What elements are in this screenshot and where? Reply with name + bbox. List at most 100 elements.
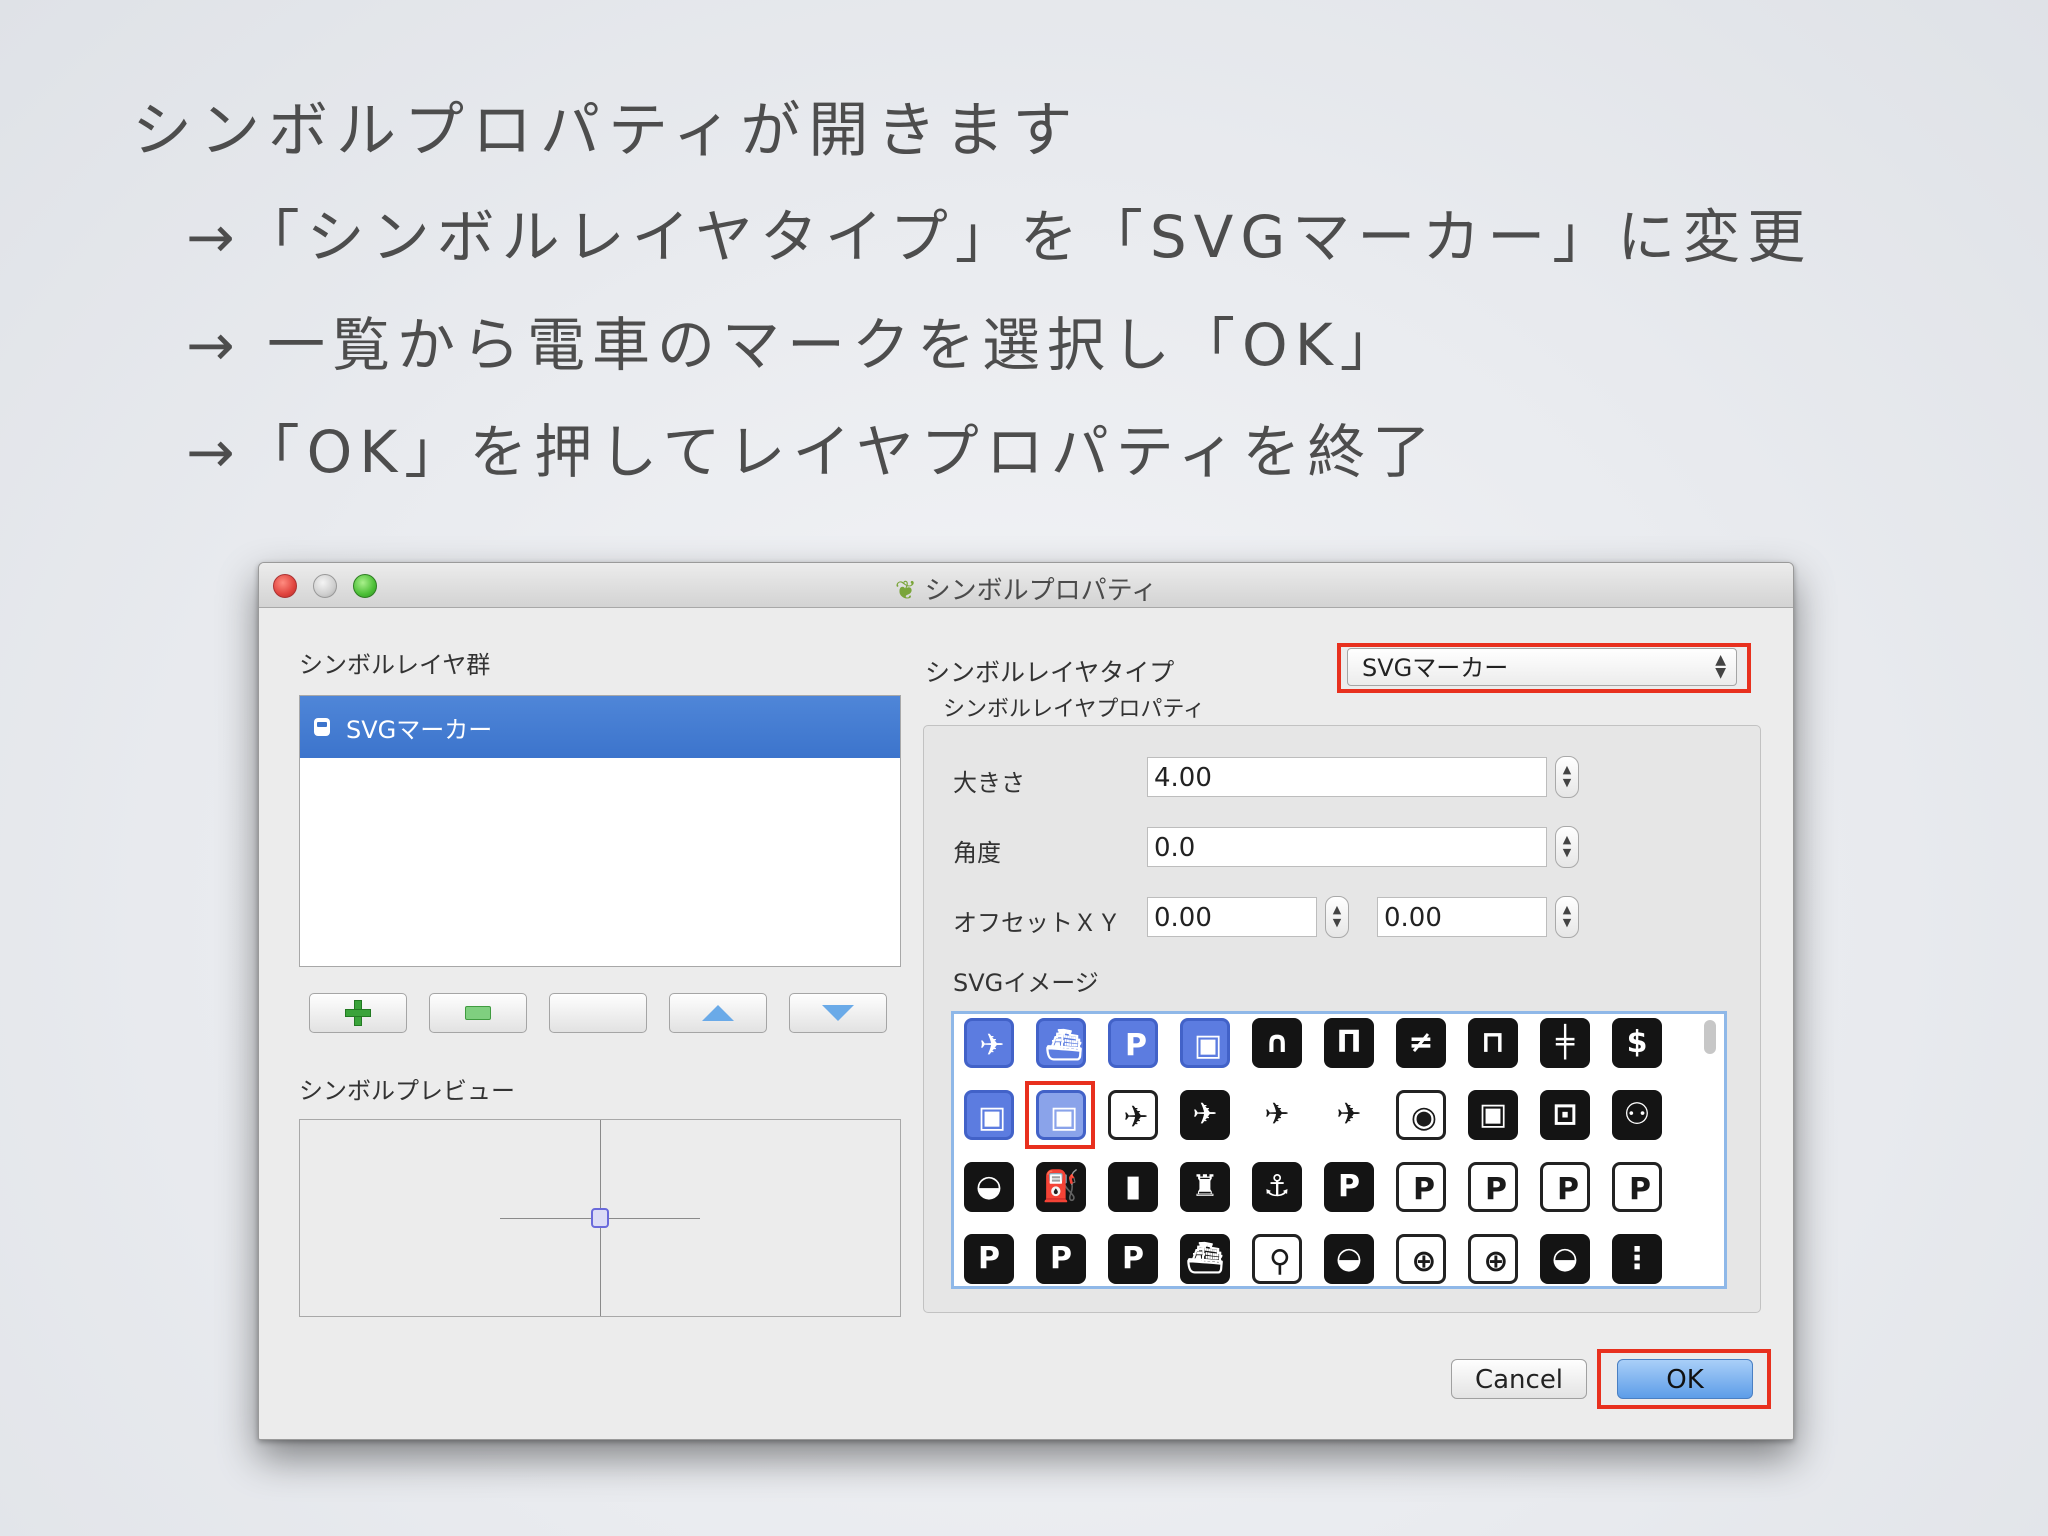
toll-icon-glyph: $ <box>1626 1025 1648 1060</box>
symbol-layers-label: シンボルレイヤ群 <box>299 651 491 679</box>
svg-image-label: SVGイメージ <box>953 969 1099 997</box>
airplane-black-icon[interactable]: ✈ <box>1252 1090 1302 1140</box>
bus-front-icon[interactable]: ▣ <box>1180 1018 1230 1068</box>
target2-icon[interactable]: ⊕ <box>1468 1234 1518 1284</box>
people-icon-glyph: ⚇ <box>1623 1097 1651 1132</box>
move-down-button[interactable] <box>789 993 887 1033</box>
barrier-icon[interactable]: ⊓ <box>1468 1018 1518 1068</box>
parking-paid-icon[interactable]: P <box>1540 1162 1590 1212</box>
rail-crossing-icon[interactable]: ╪ <box>1540 1018 1590 1068</box>
bus-circle-icon-glyph: ◉ <box>1410 1100 1438 1135</box>
fuel-icon[interactable]: ⛽ <box>1036 1162 1086 1212</box>
lpg-icon[interactable]: ▮ <box>1108 1162 1158 1212</box>
svg-image-grid[interactable]: ✈ ⛴ P ▣ ∩ Π ≠ ⊓ ╪ $ ▣ ▣ ✈ ✈ ✈ ✈ ◉ ▣ ⊡ ⚇ ◒ ⛽ ▮ ♜ ⚓ P P P P P P P P ⛴ ⚲ ◒ ⊕ ⊕ ◒ ⋮ <box>951 1011 1727 1289</box>
symbol-layers-list[interactable]: SVGマーカー <box>299 695 901 967</box>
highlight-type-select <box>1337 643 1751 693</box>
preview-symbol-icon <box>591 1208 609 1228</box>
symbol-preview-label: シンボルプレビュー <box>299 1077 515 1105</box>
car-icon[interactable]: ◒ <box>964 1162 1014 1212</box>
size-label: 大きさ <box>953 769 1025 797</box>
offset-x-input[interactable]: 0.00 <box>1147 897 1317 937</box>
offset-xy-label: オフセットＸＹ <box>953 909 1121 937</box>
bus-icon-glyph: ▣ <box>977 1100 1007 1135</box>
plus-icon <box>345 1000 371 1026</box>
symbol-layer-type-label: シンボルレイヤタイプ <box>925 658 1175 687</box>
airplane-outline-icon[interactable]: ✈ <box>1108 1090 1158 1140</box>
car-icon-glyph: ◒ <box>975 1169 1003 1204</box>
parking-paid-icon-glyph: P <box>1557 1172 1579 1207</box>
parking-bike-icon[interactable]: P <box>1396 1162 1446 1212</box>
airplane-white-icon[interactable]: ✈ <box>1324 1090 1374 1140</box>
bus-icon <box>314 718 330 736</box>
cancel-button[interactable]: Cancel <box>1451 1359 1587 1399</box>
parking-bike-icon-glyph: P <box>1413 1172 1435 1207</box>
airplane-icon[interactable]: ✈ <box>1180 1090 1230 1140</box>
angle-input[interactable]: 0.0 <box>1147 827 1547 867</box>
bus-icon[interactable]: ▣ <box>964 1090 1014 1140</box>
move-up-button[interactable] <box>669 993 767 1033</box>
offset-y-stepper[interactable]: ▲ ▼ <box>1555 896 1579 938</box>
bus-black-icon[interactable]: ▣ <box>1468 1090 1518 1140</box>
toll-icon[interactable]: $ <box>1612 1018 1662 1068</box>
parking-black2-icon-glyph: P <box>1050 1241 1072 1276</box>
minus-icon <box>465 1006 491 1020</box>
parking-car-icon[interactable]: P <box>1468 1162 1518 1212</box>
parking-outline-icon[interactable]: P <box>964 1234 1014 1284</box>
not-equal-icon[interactable]: ≠ <box>1396 1018 1446 1068</box>
ferry-icon[interactable]: ⛴ <box>1036 1018 1086 1068</box>
bus-black-icon-glyph: ▣ <box>1478 1097 1508 1132</box>
bullet-1: →「シンボルレイヤタイプ」を「SVGマーカー」に変更 <box>186 203 1813 271</box>
bus-front-icon-glyph: ▣ <box>1193 1028 1223 1063</box>
tunnel-icon[interactable]: ∩ <box>1252 1018 1302 1068</box>
lock-layer-button[interactable] <box>549 993 647 1033</box>
bike-rental-icon-glyph: ⚲ <box>1269 1244 1291 1279</box>
not-equal-icon-glyph: ≠ <box>1408 1025 1434 1060</box>
anchor-icon-glyph: ⚓ <box>1263 1169 1291 1204</box>
parking-dark-icon-glyph: P <box>1122 1241 1144 1276</box>
parking-black2-icon[interactable]: P <box>1036 1234 1086 1284</box>
symbol-preview <box>299 1119 901 1317</box>
people-icon[interactable]: ⚇ <box>1612 1090 1662 1140</box>
ship-icon[interactable]: ⛴ <box>1180 1234 1230 1284</box>
remove-layer-button[interactable] <box>429 993 527 1033</box>
size-input[interactable]: 4.00 <box>1147 757 1547 797</box>
bridge-icon[interactable]: Π <box>1324 1018 1374 1068</box>
lpg-icon-glyph: ▮ <box>1124 1169 1142 1204</box>
parking-disabled-icon[interactable]: P <box>1612 1162 1662 1212</box>
symbol-layer-properties-label: シンボルレイヤプロパティ <box>943 697 1206 722</box>
offset-y-input[interactable]: 0.00 <box>1377 897 1547 937</box>
parking-dark-icon[interactable]: P <box>1108 1234 1158 1284</box>
lighthouse-icon[interactable]: ♜ <box>1180 1162 1230 1212</box>
airport-icon[interactable]: ✈ <box>964 1018 1014 1068</box>
bus-stop-icon[interactable]: ⊡ <box>1540 1090 1590 1140</box>
angle-stepper[interactable]: ▲ ▼ <box>1555 826 1579 868</box>
arrow-down-icon <box>822 1005 854 1021</box>
car-rental-icon[interactable]: ◒ <box>1324 1234 1374 1284</box>
qgis-leaf-icon: ❦ <box>894 576 917 606</box>
fuel-icon-glyph: ⛽ <box>1042 1169 1080 1204</box>
parking-black-icon[interactable]: P <box>1324 1162 1374 1212</box>
offset-x-stepper[interactable]: ▲ ▼ <box>1325 896 1349 938</box>
airplane-outline-icon-glyph: ✈ <box>1123 1100 1149 1135</box>
anchor-icon[interactable]: ⚓ <box>1252 1162 1302 1212</box>
bike-rental-icon[interactable]: ⚲ <box>1252 1234 1302 1284</box>
rail-crossing-icon-glyph: ╪ <box>1555 1025 1575 1060</box>
parking-car-icon-glyph: P <box>1485 1172 1507 1207</box>
tunnel-icon-glyph: ∩ <box>1264 1025 1290 1060</box>
bullet-2: → 一覧から電車のマークを選択し「OK」 <box>186 311 1405 379</box>
bus-circle-icon[interactable]: ◉ <box>1396 1090 1446 1140</box>
target-icon-glyph: ⊕ <box>1411 1244 1437 1279</box>
target-icon[interactable]: ⊕ <box>1396 1234 1446 1284</box>
add-layer-button[interactable] <box>309 993 407 1033</box>
scrollbar-thumb[interactable] <box>1704 1020 1716 1054</box>
airplane-icon-glyph: ✈ <box>1192 1097 1218 1132</box>
size-stepper[interactable]: ▲ ▼ <box>1555 756 1579 798</box>
angle-label: 角度 <box>953 839 1001 867</box>
parking-outline-icon-glyph: P <box>978 1241 1000 1276</box>
symbol-layer-item[interactable]: SVGマーカー <box>300 696 900 758</box>
parking-icon[interactable]: P <box>1108 1018 1158 1068</box>
bullet-3: →「OK」を押してレイヤプロパティを終了 <box>186 418 1438 486</box>
traffic-light-icon[interactable]: ⋮ <box>1612 1234 1662 1284</box>
taxi-icon[interactable]: ◒ <box>1540 1234 1590 1284</box>
symbol-properties-window: ❦ シンボルプロパティ シンボルレイヤ群 SVGマーカー シンボルプレビュー シン… <box>258 562 1794 1440</box>
